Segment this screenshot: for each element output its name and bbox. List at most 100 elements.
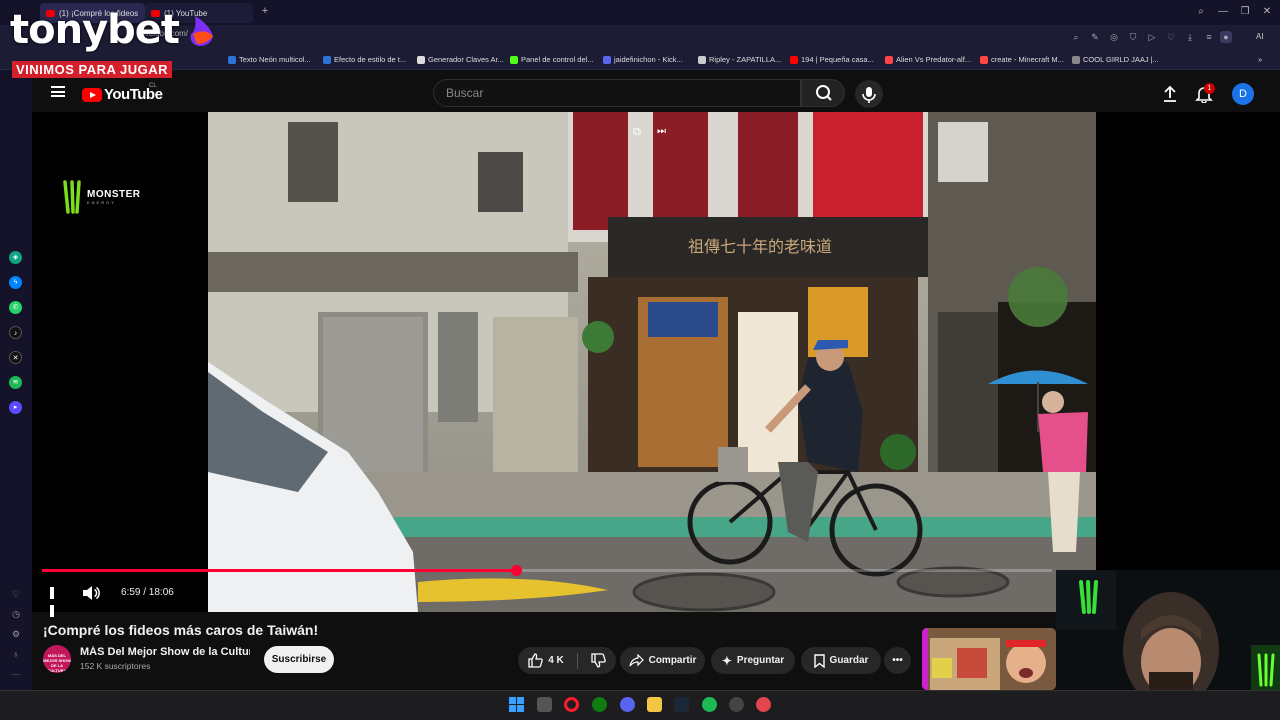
skip-icon[interactable]: ⏭ (657, 126, 666, 137)
volume-icon (83, 586, 100, 600)
bookmark-icon (813, 653, 825, 668)
x-icon[interactable]: ✕ (9, 351, 22, 364)
account-avatar[interactable]: D (1232, 83, 1254, 105)
bookmark-item[interactable]: 194 | Pequeña casa... (790, 55, 874, 64)
more-actions-button[interactable]: ••• (884, 647, 911, 674)
tiktok-icon[interactable]: ♪ (9, 326, 22, 339)
start-icon[interactable] (509, 697, 524, 712)
microphone-icon (862, 87, 876, 103)
restore-icon[interactable]: ❐ (1238, 5, 1252, 19)
subscriber-count: 152 K suscriptores (80, 661, 151, 671)
pause-button[interactable] (50, 586, 62, 617)
discord-icon[interactable] (620, 697, 635, 712)
bookmark-label: create - Minecraft M... (991, 55, 1064, 64)
thumbs-down-icon[interactable] (591, 653, 606, 668)
camera-icon[interactable]: ◎ (1108, 31, 1120, 43)
bookmark-favicon-icon (228, 55, 236, 64)
close-icon[interactable]: ✕ (1260, 5, 1274, 19)
bookmark-item[interactable]: Ripley - ZAPATILLA... (698, 55, 781, 64)
more-dots-icon: ••• (892, 655, 903, 666)
bookmark-item[interactable]: Alien Vs Predator-alf... (885, 55, 971, 64)
obs-icon[interactable] (729, 697, 744, 712)
bookmark-item[interactable]: Generador Claves Ar... (417, 55, 504, 64)
search-button[interactable] (801, 79, 845, 107)
share-button[interactable]: Compartir (620, 647, 705, 674)
spotify-icon[interactable]: ≋ (9, 376, 22, 389)
steam-icon[interactable] (674, 697, 689, 712)
channel-name[interactable]: MÁS Del Mejor Show de la Cultura (80, 646, 250, 658)
video-frame[interactable]: 祖傳七十年的老味道 (208, 112, 1096, 612)
messenger-icon[interactable]: ϟ (9, 276, 22, 289)
xbox-icon[interactable] (592, 697, 607, 712)
minimize-icon[interactable]: — (1216, 5, 1230, 19)
related-video-thumbnail[interactable] (922, 628, 1056, 690)
bookmark-favicon-icon (698, 55, 706, 64)
thumbnail-image (922, 628, 1056, 690)
search-input[interactable]: Buscar (433, 79, 801, 107)
spotify-taskbar-icon[interactable] (702, 697, 717, 712)
miniplayer-icon[interactable]: ⧉ (633, 126, 641, 139)
search-icon (816, 85, 832, 101)
bookmark-label: Texto Neón multicol... (239, 55, 311, 64)
like-count[interactable]: 4 K (548, 655, 564, 666)
search-tabs-icon[interactable]: ⌕ (1194, 5, 1208, 19)
video-title: ¡Compré los fideos más caros de Taiwán! (43, 622, 319, 638)
youtube-play-icon (82, 87, 102, 102)
more-icon[interactable]: ··· (10, 668, 22, 680)
thumbs-up-icon[interactable] (528, 653, 543, 668)
bookmark-favicon-icon (603, 55, 611, 64)
zoom-icon[interactable]: ⌕ (1070, 31, 1082, 43)
new-tab-icon[interactable]: + (259, 5, 271, 17)
whatsapp-icon[interactable]: ✆ (9, 301, 22, 314)
upload-button[interactable] (1161, 85, 1179, 103)
download-icon[interactable]: ⤓ (1184, 31, 1196, 43)
aria-icon[interactable]: ▸ (9, 401, 22, 414)
divider (576, 652, 578, 669)
bookmark-item[interactable]: jaidefinichon - Kick... (603, 55, 683, 64)
monster-energy-logo: MONSTER ENERGY (62, 180, 141, 214)
ask-button[interactable]: ✦ Preguntar (711, 647, 795, 674)
volume-button[interactable] (82, 585, 100, 601)
bookmark-label: COOL GIRLD JAAJ |... (1083, 55, 1159, 64)
voice-search-button[interactable] (855, 80, 883, 108)
heart-icon[interactable]: ♡ (10, 588, 22, 600)
settings-icon[interactable]: ⚙ (10, 628, 22, 640)
subscribe-button[interactable]: Suscribirse (264, 646, 334, 673)
bookmark-item[interactable]: COOL GIRLD JAAJ |... (1072, 55, 1159, 64)
history-icon[interactable]: ◷ (10, 608, 22, 620)
bookmark-favicon-icon (790, 55, 798, 64)
tonybet-tagline: VINIMOS PARA JUGAR (12, 61, 173, 78)
tonybet-logo: tonybet (10, 7, 180, 53)
notification-count-badge: 1 (1204, 83, 1215, 94)
bookmark-label: 194 | Pequeña casa... (801, 55, 874, 64)
share-arrow-icon (628, 654, 644, 667)
tips-icon[interactable]: ♁ (10, 648, 22, 660)
shield-icon[interactable]: ⛉ (1127, 31, 1139, 43)
edit-icon[interactable]: ✎ (1089, 31, 1101, 43)
profile-icon[interactable]: ● (1220, 31, 1232, 43)
task-view-icon[interactable] (537, 697, 552, 712)
menu-icon[interactable]: ≡ (1203, 31, 1215, 43)
aria-ai-button[interactable]: AI (1256, 32, 1264, 41)
app-icon[interactable] (756, 697, 771, 712)
bookmark-item[interactable]: Panel de control del... (510, 55, 594, 64)
chatgpt-icon[interactable]: ◈ (9, 251, 22, 264)
channel-avatar[interactable]: MÁS DEL MEJOR SHOW DE LA CULTURA (43, 645, 71, 673)
play-icon[interactable]: ▷ (1146, 31, 1158, 43)
like-dislike-group: 4 K (518, 647, 616, 674)
progress-scrubber[interactable] (511, 565, 522, 576)
sparkle-icon: ✦ (721, 653, 732, 668)
hamburger-menu-icon[interactable] (51, 86, 65, 97)
progress-fill (42, 569, 516, 572)
bookmark-item[interactable]: create - Minecraft M... (980, 55, 1064, 64)
file-explorer-icon[interactable] (647, 697, 662, 712)
bookmark-item[interactable]: Efecto de estilo de t... (323, 55, 406, 64)
opera-gx-icon[interactable] (564, 697, 579, 712)
heart-icon[interactable]: ♡ (1165, 31, 1177, 43)
bookmark-item[interactable]: Texto Neón multicol... (228, 55, 311, 64)
bookmark-label: Panel de control del... (521, 55, 594, 64)
bookmark-label: Generador Claves Ar... (428, 55, 504, 64)
save-button[interactable]: Guardar (801, 647, 881, 674)
region-code: CL (149, 83, 157, 89)
bookmarks-overflow-icon[interactable]: » (1258, 55, 1262, 64)
